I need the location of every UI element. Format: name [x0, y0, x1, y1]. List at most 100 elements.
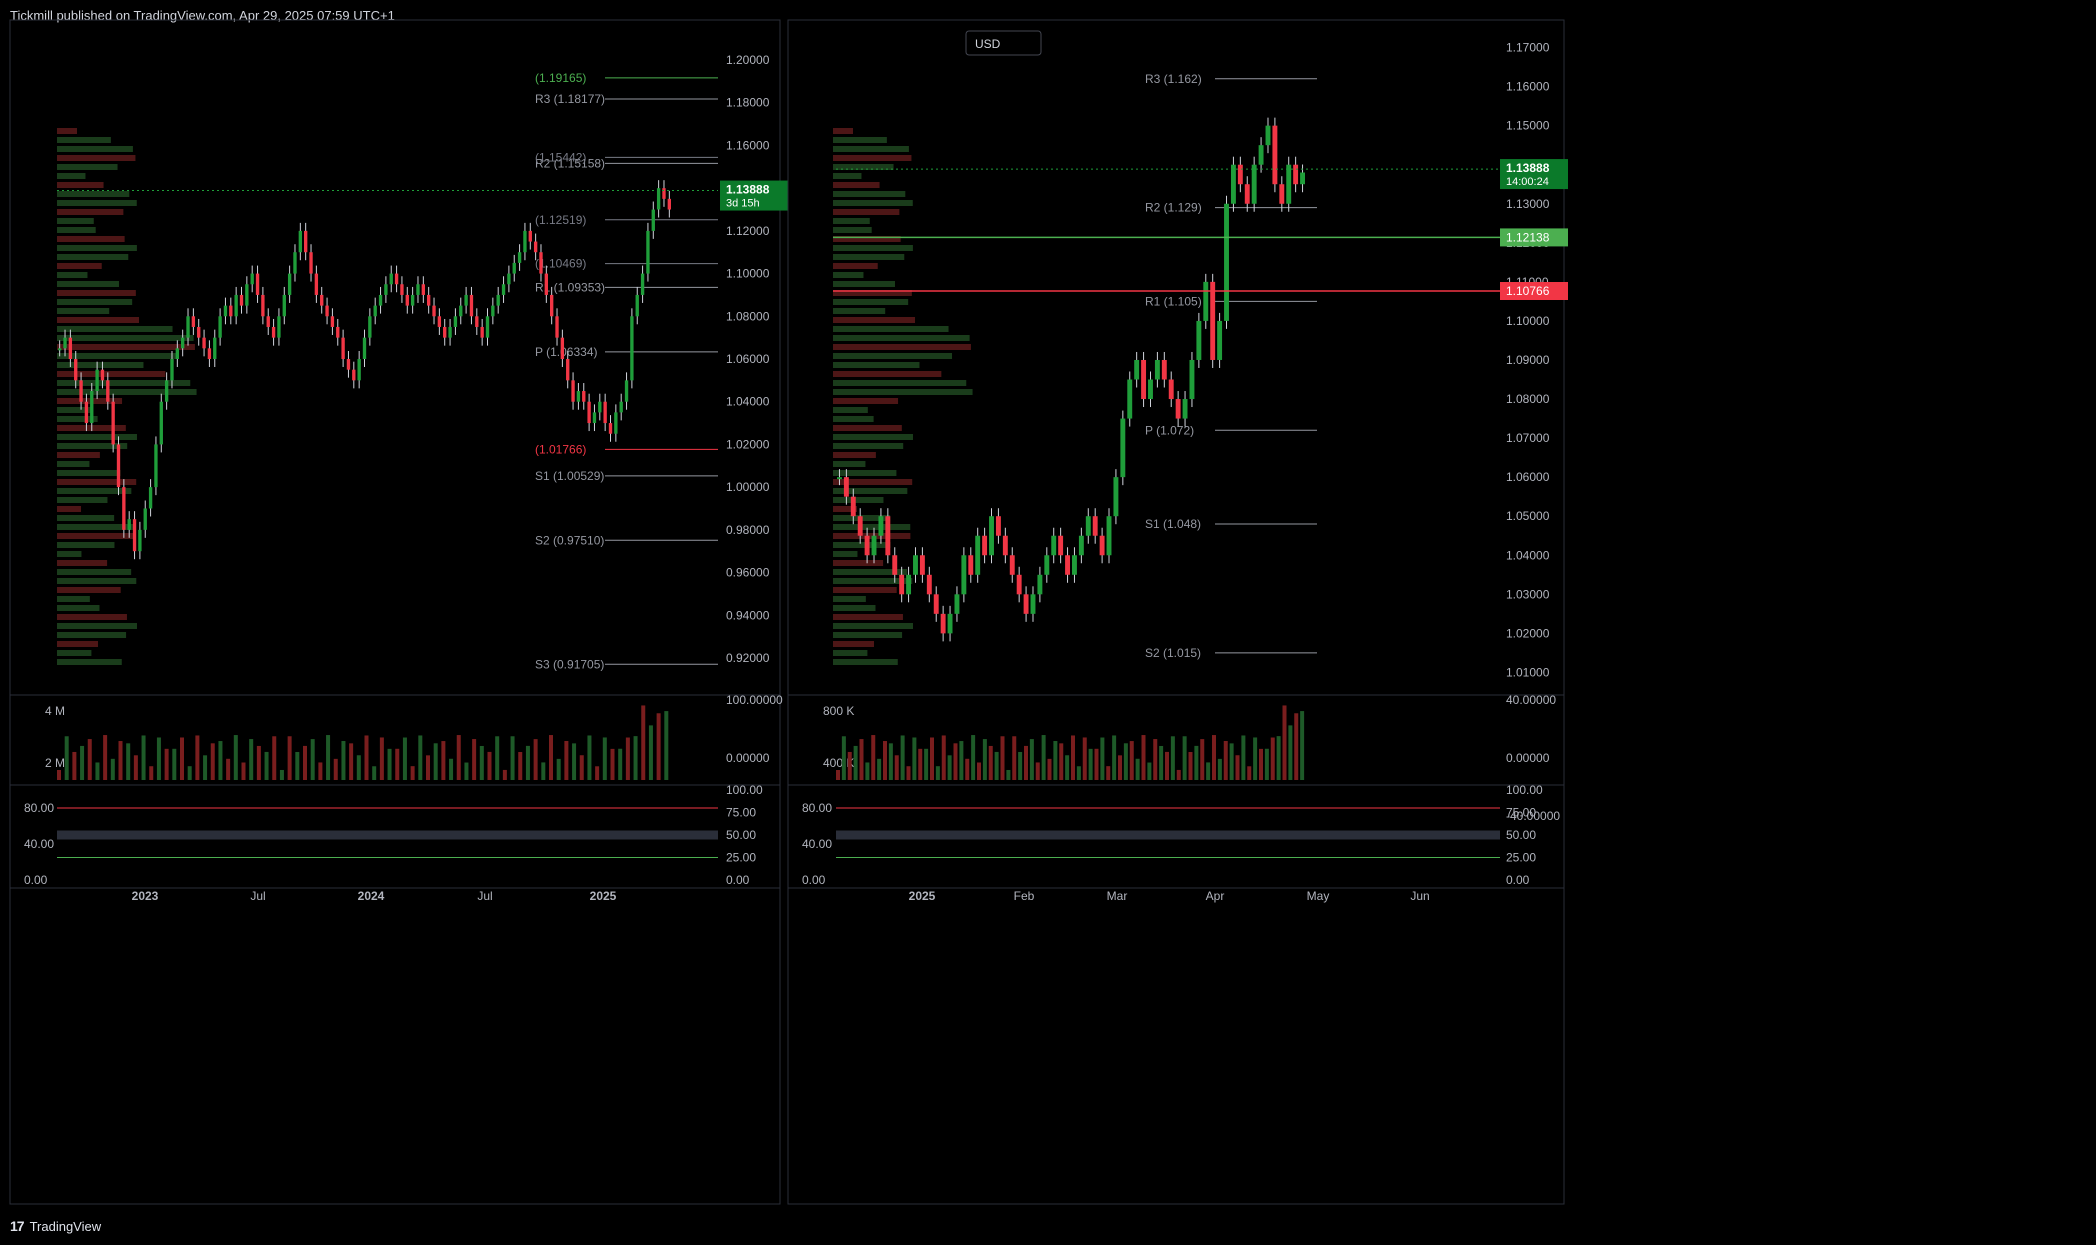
volume-bar [556, 758, 561, 780]
candle-body [1210, 281, 1216, 360]
volume-bar [149, 766, 154, 780]
volume-bar [1118, 755, 1122, 780]
volume-right-tick-label: 40.00000 [1506, 693, 1556, 707]
candle-body [954, 594, 960, 614]
candle-body [298, 230, 302, 253]
pivot-level-label: R2 (1.129) [1145, 201, 1202, 215]
candle-body [646, 230, 650, 274]
volume-bar [965, 758, 970, 780]
y-tick-label: 1.04000 [726, 395, 770, 409]
volume-bar [1229, 743, 1234, 780]
y-tick-label: 1.04000 [1506, 548, 1550, 562]
y-tick-label: 1.16000 [1506, 80, 1550, 94]
volume-bar [877, 758, 882, 780]
volume-profile-bar [57, 209, 124, 215]
volume-bar [1041, 735, 1046, 780]
candle-body [100, 369, 105, 381]
candle-body [1134, 359, 1140, 380]
volume-profile-bar [833, 137, 887, 143]
volume-bar [924, 748, 929, 780]
pivot-level-label: P (1.06334) [535, 345, 598, 359]
volume-profile-bar [57, 263, 102, 269]
volume-bar [549, 735, 553, 780]
candle-body [496, 294, 500, 306]
volume-bar [133, 755, 138, 780]
candle-body [191, 316, 196, 327]
volume-bar [1188, 752, 1193, 780]
candle-body [1244, 184, 1250, 204]
volume-bar [1259, 748, 1263, 780]
x-tick-label: 2024 [358, 889, 385, 903]
candle-body [587, 401, 591, 424]
volume-bar [310, 739, 315, 780]
volume-profile-bar [57, 461, 90, 467]
candle-body [1141, 359, 1147, 400]
volume-right-tick-label: 0.00000 [726, 751, 770, 765]
volume-bar [479, 745, 484, 780]
volume-bar [410, 766, 415, 780]
y-tick-label: 1.10000 [1506, 314, 1550, 328]
volume-bar [156, 737, 161, 780]
candle-body [592, 412, 597, 424]
candle-body [528, 230, 532, 242]
volume-profile-bar [57, 272, 88, 278]
chart-canvas: 1.200001.180001.160001.140001.120001.100… [9, 19, 1568, 1205]
volume-profile-bar [57, 191, 130, 197]
candle-body [635, 294, 639, 317]
volume-bar [1088, 748, 1093, 780]
volume-bar [502, 769, 507, 780]
volume-bar [1053, 741, 1058, 780]
volume-bar [525, 745, 530, 780]
candle-body [394, 273, 399, 285]
volume-bar [510, 736, 515, 780]
y-tick-label: 1.10000 [726, 267, 770, 281]
candle-body [197, 326, 201, 338]
candle-body [239, 294, 244, 306]
volume-bar [303, 745, 307, 780]
osc-right-tick-label: 75.00 [1506, 806, 1536, 820]
pivot-level-label: R3 (1.162) [1145, 72, 1202, 86]
volume-bar [487, 751, 492, 780]
footer-brand-text[interactable]: TradingView [30, 1219, 102, 1234]
y-tick-label: 0.98000 [726, 523, 770, 537]
volume-bar [1106, 766, 1111, 780]
volume-bar [433, 743, 438, 780]
candle-body [218, 316, 222, 338]
volume-bar [1235, 755, 1240, 780]
volume-profile-bar [833, 326, 949, 332]
volume-bar [602, 737, 607, 780]
volume-profile-bar [57, 128, 77, 134]
volume-bar [587, 735, 592, 780]
volume-profile-bar [833, 245, 913, 251]
volume-profile-bar [833, 587, 897, 593]
volume-profile-bar [833, 398, 899, 404]
volume-profile-bar [833, 371, 942, 377]
volume-profile-bar [833, 353, 953, 359]
volume-profile-bar [833, 218, 870, 224]
candle-body [63, 337, 67, 349]
candle-body [857, 516, 863, 536]
last-price-value: 1.13888 [726, 183, 770, 197]
volume-profile-bar [57, 308, 110, 314]
candle-body [1016, 574, 1022, 595]
volume-profile-bar [57, 641, 98, 647]
volume-bar [264, 751, 269, 780]
volume-bar [1300, 711, 1305, 780]
pivot-level-label: (1.12519) [535, 213, 586, 227]
candle-body [213, 337, 217, 359]
volume-bar [982, 739, 987, 780]
volume-bar [541, 762, 546, 780]
osc-right-tick-label: 100.00 [726, 783, 763, 797]
pivot-level-label: P (1.072) [1145, 423, 1194, 437]
volume-profile-bar [57, 335, 194, 341]
y-tick-label: 1.07000 [1506, 431, 1550, 445]
volume-bar [836, 770, 840, 780]
candle-body [352, 369, 356, 381]
pivot-level-label: (1.10469) [535, 257, 586, 271]
volume-profile-bar [833, 416, 874, 422]
volume-bar [1294, 713, 1299, 780]
volume-bar [341, 741, 346, 780]
candle-body [864, 535, 870, 556]
currency-badge-label[interactable]: USD [975, 37, 1001, 51]
volume-profile-bar [57, 434, 137, 440]
